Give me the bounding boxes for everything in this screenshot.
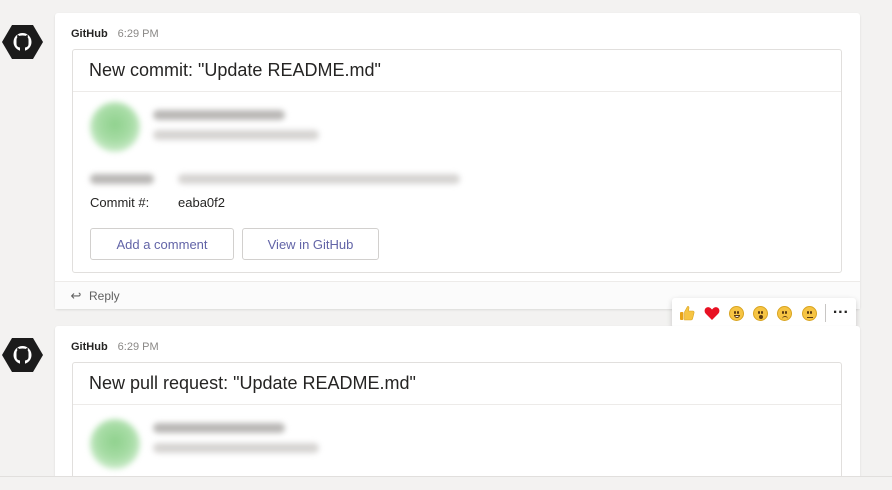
timestamp: 6:29 PM (117, 341, 159, 353)
pull-request-card: New pull request: "Update README.md" (72, 362, 842, 490)
message-header: GitHub 6:29 PM (71, 26, 159, 42)
laugh-reaction[interactable] (727, 304, 745, 323)
github-octocat-icon (2, 25, 43, 59)
view-in-github-button[interactable]: View in GitHub (242, 228, 379, 260)
sad-reaction[interactable] (776, 304, 794, 323)
like-reaction[interactable] (678, 304, 696, 323)
angry-face-icon (801, 305, 817, 321)
author-detail-blurred (153, 130, 319, 140)
sender-name[interactable]: GitHub (71, 28, 108, 40)
github-octocat-icon (2, 338, 43, 372)
add-comment-button[interactable]: Add a comment (90, 228, 234, 260)
surprised-reaction[interactable] (751, 304, 769, 323)
repository-label-blurred (90, 174, 154, 184)
repository-value-blurred (178, 174, 460, 184)
author-name-blurred (153, 110, 285, 120)
sad-face-icon (777, 305, 793, 321)
author-avatar-blurred (90, 102, 140, 152)
message-2: GitHub 6:29 PM New pull request: "Update… (55, 326, 860, 490)
heart-icon (704, 306, 720, 320)
card-title: New commit: "Update README.md" (73, 50, 841, 92)
surprised-face-icon (753, 305, 769, 321)
author-avatar-blurred (90, 419, 140, 469)
message-1: GitHub 6:29 PM New commit: "Update READM… (55, 13, 860, 309)
heart-reaction[interactable] (702, 304, 720, 323)
author-detail-blurred (153, 443, 319, 453)
reaction-divider (824, 304, 826, 322)
author-name-blurred (153, 423, 285, 433)
reply-label: Reply (89, 288, 120, 303)
github-avatar[interactable] (2, 337, 43, 373)
more-options-icon[interactable]: ··· (832, 304, 850, 323)
sender-name[interactable]: GitHub (71, 341, 108, 353)
commit-value: eaba0f2 (178, 195, 225, 210)
angry-reaction[interactable] (800, 304, 818, 323)
reaction-bar: ··· (672, 298, 856, 328)
commit-label: Commit #: (90, 195, 150, 210)
github-avatar[interactable] (2, 24, 43, 60)
commit-card: New commit: "Update README.md" Commit #:… (72, 49, 842, 273)
compose-area-edge (0, 476, 892, 490)
card-title: New pull request: "Update README.md" (73, 363, 841, 405)
reply-arrow-icon: ↩ (70, 287, 82, 303)
thumbs-up-icon (680, 306, 695, 321)
timestamp: 6:29 PM (117, 28, 159, 40)
laugh-face-icon (728, 305, 744, 321)
message-header: GitHub 6:29 PM (71, 339, 159, 355)
